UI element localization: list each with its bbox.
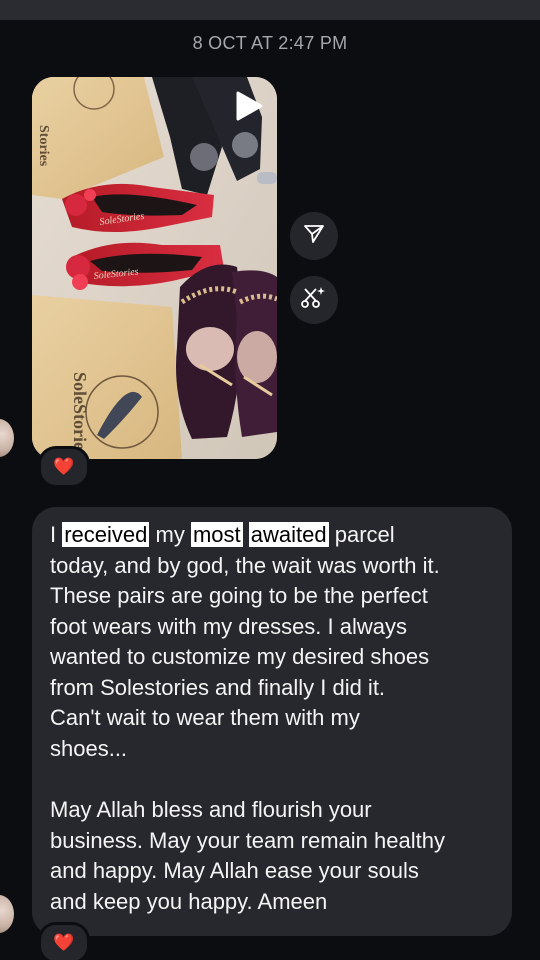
ai-edit-button[interactable]: [290, 276, 338, 324]
highlighted-word: most: [190, 522, 243, 547]
message-timestamp: 8 OCT AT 2:47 PM: [192, 33, 348, 53]
message-line: today, and by god, the wait was worth it…: [50, 552, 440, 578]
message-line: foot wears with my dresses. I always: [50, 613, 408, 639]
share-icon: [302, 222, 326, 251]
message-line: shoes...: [50, 735, 128, 761]
message-bubble[interactable]: I received my most awaited parcel today,…: [32, 507, 512, 936]
sparkle-cut-icon: [301, 285, 327, 316]
top-bar: [0, 0, 540, 20]
message-line: from Solestories and finally I did it.: [50, 674, 386, 700]
heart-icon: ❤️: [53, 933, 75, 952]
message-line: These pairs are going to be the perfect: [50, 583, 428, 608]
shared-video-thumbnail[interactable]: Stories SoleStories SoleStories SoleStor…: [32, 77, 277, 459]
highlighted-word: awaited: [248, 522, 329, 547]
video-frame-image: Stories SoleStories SoleStories SoleStor…: [32, 77, 277, 459]
highlighted-word: received: [62, 522, 150, 547]
message-reaction[interactable]: ❤️: [38, 922, 90, 960]
message-line-1: I received my most awaited parcel: [50, 522, 395, 547]
message-line: wanted to customize my desired shoes: [50, 644, 430, 669]
message-text: I received my most awaited parcel today,…: [50, 520, 498, 917]
message-line: and happy. May Allah ease your souls: [50, 858, 419, 883]
share-button[interactable]: [290, 212, 338, 260]
message-line: Can't wait to wear them with my: [50, 705, 360, 730]
media-reaction[interactable]: ❤️: [38, 446, 90, 488]
heart-icon: ❤️: [53, 457, 75, 476]
message-line: business. May your team remain healthy: [50, 827, 445, 853]
sender-avatar-2[interactable]: [0, 895, 14, 933]
message-line: May Allah bless and flourish your: [50, 797, 372, 822]
sender-avatar[interactable]: [0, 419, 14, 457]
chat-screen: 8 OCT AT 2:47 PM Stories SoleStories Sol…: [0, 0, 540, 960]
message-line: and keep you happy. Ameen: [50, 888, 328, 914]
video-play-icon[interactable]: [231, 89, 265, 123]
